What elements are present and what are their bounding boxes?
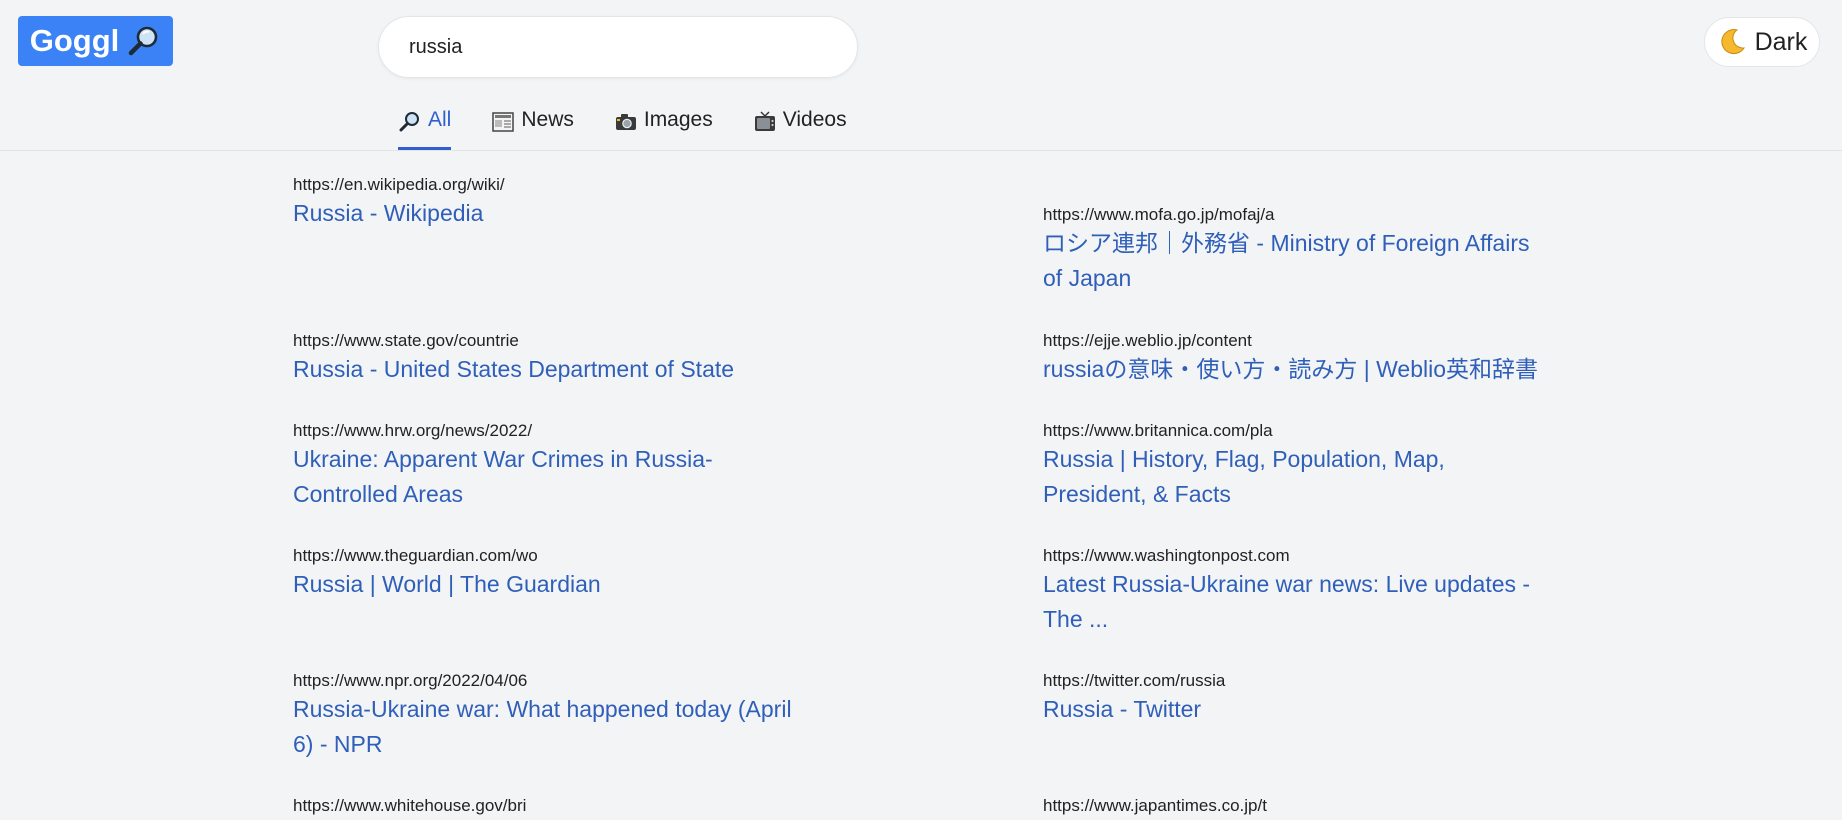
result-url: https://www.washingtonpost.com bbox=[1043, 546, 1290, 565]
dark-mode-toggle[interactable]: Dark bbox=[1704, 17, 1820, 67]
search-box[interactable] bbox=[378, 16, 858, 78]
result-title-link[interactable]: Russia - Wikipedia bbox=[293, 196, 793, 231]
tab-images-label: Images bbox=[643, 108, 713, 131]
header-bar: Goggl Dark All bbox=[0, 0, 1842, 151]
result-url: https://www.hrw.org/news/2022/ bbox=[293, 421, 533, 440]
dark-mode-label: Dark bbox=[1754, 27, 1808, 56]
logo-text: Goggl bbox=[29, 23, 120, 58]
result-title-link[interactable]: russiaの意味・使い方・読み方 | Weblio英和辞書 bbox=[1043, 352, 1543, 387]
result-item: https://twitter.com/russia Russia - Twit… bbox=[1043, 670, 1543, 727]
magnifier-icon bbox=[399, 112, 419, 132]
result-url: https://www.britannica.com/pla bbox=[1043, 421, 1273, 440]
logo[interactable]: Goggl bbox=[18, 16, 173, 66]
tab-news-label: News bbox=[521, 108, 574, 131]
magnifier-icon bbox=[129, 26, 158, 56]
result-title-link[interactable]: Russia-Ukraine war: What happened today … bbox=[293, 692, 793, 762]
search-tabs: All News Images Videos bbox=[398, 108, 847, 151]
result-url: https://www.theguardian.com/wo bbox=[293, 546, 538, 565]
tab-images[interactable]: Images bbox=[614, 108, 713, 150]
result-url: https://twitter.com/russia bbox=[1043, 671, 1226, 690]
result-item: https://www.npr.org/2022/04/06 Russia-Uk… bbox=[293, 670, 793, 762]
tab-videos[interactable]: Videos bbox=[753, 108, 847, 150]
tab-news[interactable]: News bbox=[491, 108, 574, 150]
result-url: https://www.npr.org/2022/04/06 bbox=[293, 671, 528, 690]
search-input[interactable] bbox=[409, 17, 829, 77]
camera-icon bbox=[615, 114, 636, 130]
result-url: https://www.state.gov/countrie bbox=[293, 331, 519, 350]
result-item: https://www.theguardian.com/wo Russia | … bbox=[293, 545, 793, 602]
result-url: https://en.wikipedia.org/wiki/ bbox=[293, 175, 505, 194]
result-title-link[interactable]: Russia - Twitter bbox=[1043, 692, 1543, 727]
result-item: https://www.mofa.go.jp/mofaj/a ロシア連邦｜外務省… bbox=[1043, 204, 1543, 296]
result-item: https://www.washingtonpost.com Latest Ru… bbox=[1043, 545, 1543, 637]
result-title-link[interactable]: ロシア連邦｜外務省 - Ministry of Foreign Affairs … bbox=[1043, 226, 1543, 296]
result-title-link[interactable]: Latest Russia-Ukraine war news: Live upd… bbox=[1043, 567, 1543, 637]
result-url: https://www.whitehouse.gov/bri bbox=[293, 796, 527, 815]
tab-videos-label: Videos bbox=[782, 108, 847, 131]
newspaper-icon bbox=[492, 112, 515, 132]
result-item: https://www.whitehouse.gov/bri bbox=[293, 795, 793, 817]
result-url: https://www.mofa.go.jp/mofaj/a bbox=[1043, 205, 1275, 224]
result-title-link[interactable]: Russia | History, Flag, Population, Map,… bbox=[1043, 442, 1543, 512]
result-item: https://en.wikipedia.org/wiki/ Russia - … bbox=[293, 174, 793, 231]
result-url: https://www.japantimes.co.jp/t bbox=[1043, 796, 1267, 815]
result-item: https://www.state.gov/countrie Russia - … bbox=[293, 330, 793, 387]
result-item: https://www.japantimes.co.jp/t bbox=[1043, 795, 1543, 817]
moon-icon bbox=[1720, 29, 1745, 55]
tab-all-label: All bbox=[428, 108, 452, 131]
result-title-link[interactable]: Ukraine: Apparent War Crimes in Russia-C… bbox=[293, 442, 793, 512]
result-item: https://www.hrw.org/news/2022/ Ukraine: … bbox=[293, 420, 793, 512]
result-item: https://ejje.weblio.jp/content russiaの意味… bbox=[1043, 330, 1543, 387]
result-title-link[interactable]: Russia - United States Department of Sta… bbox=[293, 352, 793, 387]
result-item: https://www.britannica.com/pla Russia | … bbox=[1043, 420, 1543, 512]
tv-icon bbox=[754, 111, 775, 131]
tab-all[interactable]: All bbox=[398, 108, 452, 150]
result-url: https://ejje.weblio.jp/content bbox=[1043, 331, 1252, 350]
result-title-link[interactable]: Russia | World | The Guardian bbox=[293, 567, 793, 602]
